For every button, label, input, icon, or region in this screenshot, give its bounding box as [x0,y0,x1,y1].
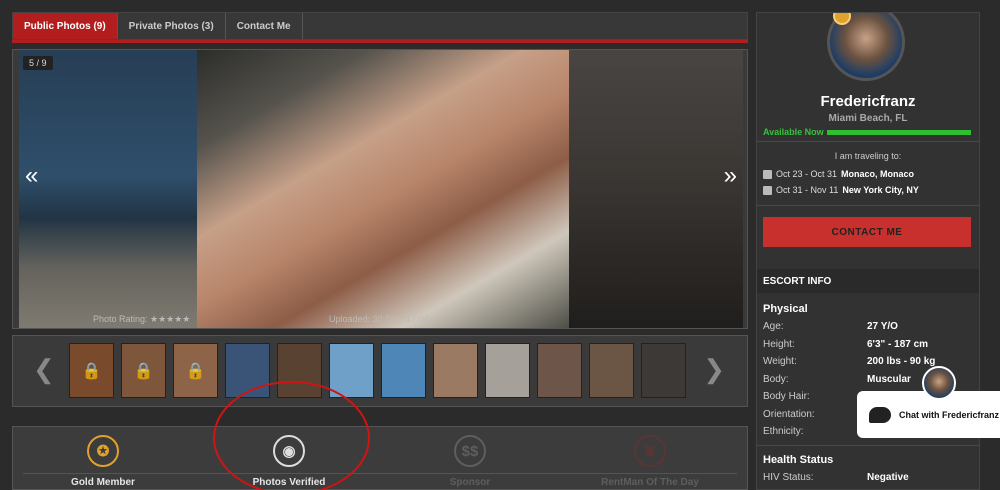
thumbnail-10[interactable] [537,343,582,398]
thumbs-prev-arrow-icon[interactable]: ❮ [33,354,55,385]
photo-rating[interactable]: Photo Rating: ★★★★★ [93,314,190,325]
info-key: Body: [763,373,789,385]
chat-label: Chat with Fredericfranz [899,409,1000,420]
trophy-icon: ♛ [634,435,666,467]
info-key: Height: [763,338,795,350]
lock-icon: 🔒 [133,362,154,380]
contact-me-button[interactable]: CONTACT ME [763,217,971,247]
thumbnail-12[interactable] [641,343,686,398]
photo-upload-date: Uploaded: 30 Sep, 17:04 [329,314,429,324]
badge-sponsor: $$ Sponsor [395,435,545,488]
badge-gold-member: ✪ Gold Member [28,435,178,488]
calendar-icon [763,169,772,179]
medal-icon: ✪ [87,435,119,467]
availability-status: Available Now [763,127,824,137]
thumbnail-list: 🔒 🔒 🔒 [69,343,686,398]
info-key: Orientation: [763,408,815,420]
info-value: Negative [867,472,909,483]
badge-label: Gold Member [71,477,135,488]
gallery-next-arrow-icon[interactable]: » [724,162,737,190]
info-key: Weight: [763,356,797,367]
travel-dates: Oct 31 - Nov 11 [776,185,839,195]
badge-rentman-of-the-day: ♛ RentMan Of The Day [575,435,725,488]
badge-label: RentMan Of The Day [601,477,699,488]
info-value: Muscular [867,373,911,385]
travel-dates: Oct 23 - Oct 31 [776,169,838,179]
thumbnail-9[interactable] [485,343,530,398]
thumbnail-8[interactable] [433,343,478,398]
thumbnail-1[interactable]: 🔒 [69,343,114,398]
travel-place: Monaco, Monaco [841,169,915,179]
health-row: HIV Status: Negative [763,472,973,489]
travel-title: I am traveling to: [834,151,902,161]
travel-place: New York City, NY [842,185,919,195]
chat-bubble-icon [869,406,891,423]
physical-row: Age: 27 Y/O [763,321,973,338]
thumbs-next-arrow-icon[interactable]: ❯ [703,354,725,385]
physical-section-title: Physical [763,303,808,315]
photo-tabs: Public Photos (9) Private Photos (3) Con… [12,12,748,40]
info-key: Body Hair: [763,391,810,402]
physical-row: Height: 6'3" - 187 cm [763,339,973,356]
divider [757,141,979,142]
divider [757,445,979,446]
info-key: Age: [763,321,784,332]
chat-avatar[interactable] [922,366,956,400]
tab-private-photos[interactable]: Private Photos (3) [118,13,226,39]
travel-item: Oct 23 - Oct 31 Monaco, Monaco [763,169,914,179]
gallery-photo-current[interactable] [197,50,569,328]
travel-item: Oct 31 - Nov 11 New York City, NY [763,185,919,195]
dollar-icon: $$ [454,435,486,467]
photo-counter: 5 / 9 [23,56,53,70]
gallery-prev-arrow-icon[interactable]: « [25,162,38,190]
profile-name: Fredericfranz [820,93,916,110]
escort-info-header: ESCORT INFO [757,269,979,293]
badges-bar: ✪ Gold Member ◉ Photos Verified $$ Spons… [12,426,748,490]
calendar-icon [763,185,772,195]
gallery-photo-next[interactable] [569,50,743,328]
health-section-title: Health Status [763,454,834,466]
lock-icon: 🔒 [81,362,102,380]
info-key: HIV Status: [763,472,814,483]
thumbnail-strip: ❮ 🔒 🔒 🔒 ❯ [12,335,748,407]
info-key: Ethnicity: [763,426,804,437]
photo-gallery: 5 / 9 « » Photo Rating: ★★★★★ Uploaded: … [12,49,748,329]
thumbnail-6[interactable] [329,343,374,398]
divider [757,205,979,206]
thumbnail-3[interactable]: 🔒 [173,343,218,398]
thumbnail-11[interactable] [589,343,634,398]
info-value: 6'3" - 187 cm [867,338,929,350]
info-value: 200 lbs - 90 kg [867,356,936,367]
badge-label: Sponsor [449,477,491,488]
left-column: Public Photos (9) Private Photos (3) Con… [12,12,748,407]
availability-bar [827,130,971,135]
tab-underline [12,40,748,43]
tab-contact-me[interactable]: Contact Me [226,13,303,39]
thumbnail-2[interactable]: 🔒 [121,343,166,398]
lock-icon: 🔒 [185,362,206,380]
highlight-circle-annotation [213,381,370,490]
tab-public-photos[interactable]: Public Photos (9) [13,13,118,39]
profile-location: Miami Beach, FL [828,113,908,124]
info-value: 27 Y/O [867,321,898,332]
thumbnail-7[interactable] [381,343,426,398]
gallery-photo-previous[interactable] [19,50,197,328]
chat-widget[interactable]: Chat with Fredericfranz [857,391,1000,438]
